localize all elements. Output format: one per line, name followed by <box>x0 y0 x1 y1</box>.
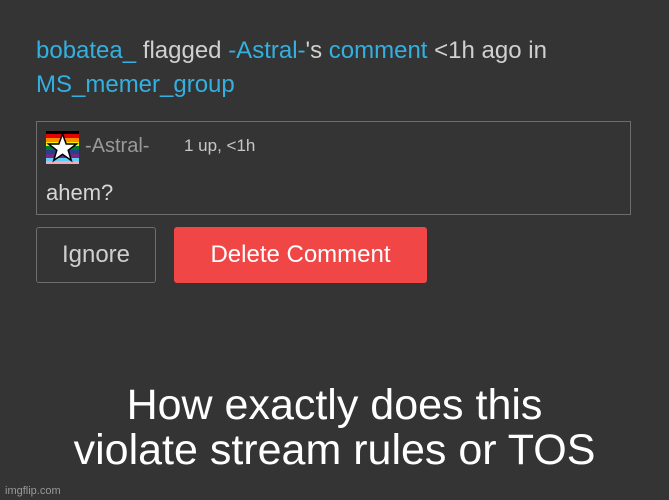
ignore-button[interactable]: Ignore <box>36 227 156 283</box>
caption-line-1: How exactly does this <box>126 381 543 429</box>
caption-line-2: violate stream rules or TOS <box>73 426 596 474</box>
possessive-text: 's <box>305 37 329 64</box>
avatar[interactable] <box>46 131 79 164</box>
delete-comment-button[interactable]: Delete Comment <box>174 227 427 283</box>
comment-meta: 1 up, <1h <box>184 136 256 155</box>
time-text: <1h ago in <box>427 37 547 64</box>
target-user-link[interactable]: -Astral- <box>228 37 305 64</box>
watermark: imgflip.com <box>5 485 61 497</box>
meme-caption: How exactly does this violate stream rul… <box>0 383 669 473</box>
actor-link[interactable]: bobatea_ <box>36 37 136 64</box>
group-link[interactable]: MS_memer_group <box>36 71 235 98</box>
comment-text: ahem? <box>46 180 114 205</box>
action-text: flagged <box>136 37 229 64</box>
comment-link[interactable]: comment <box>329 37 428 64</box>
rainbow-star-avatar-icon <box>46 131 79 164</box>
notification-header: bobatea_ flagged -Astral-'s comment <1h … <box>36 34 636 102</box>
comment-username[interactable]: -Astral- <box>85 135 149 158</box>
flagged-comment: -Astral- 1 up, <1h ahem? <box>36 121 631 215</box>
